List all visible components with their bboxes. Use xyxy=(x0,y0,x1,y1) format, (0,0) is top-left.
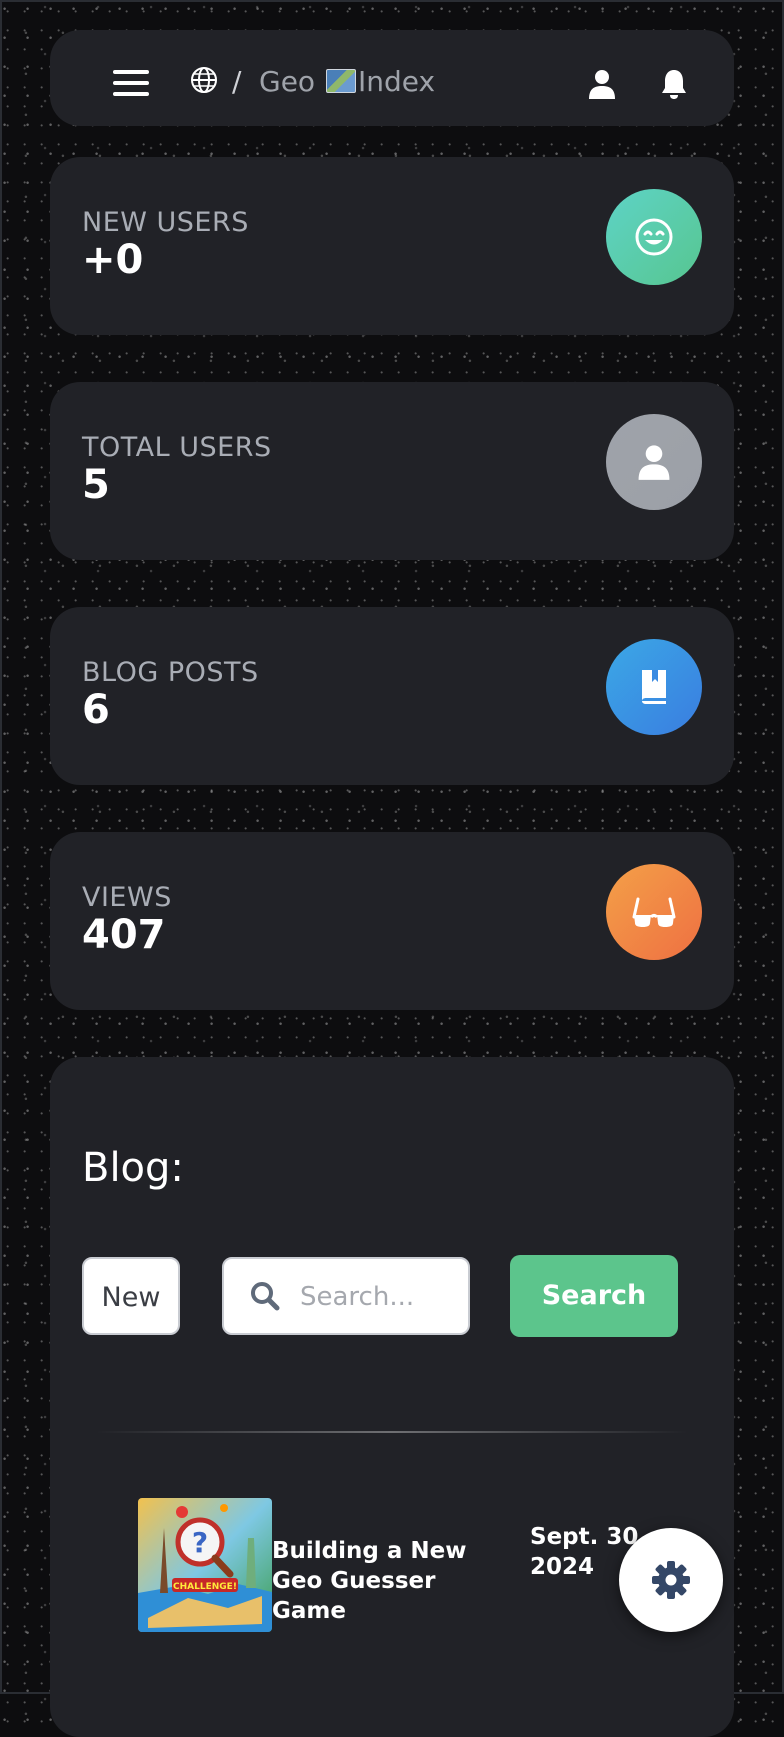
glasses-icon xyxy=(606,864,702,960)
thumbnail-caption: CHALLENGE! xyxy=(173,1582,237,1592)
user-icon xyxy=(606,414,702,510)
post-thumbnail[interactable]: ? CHALLENGE! xyxy=(138,1498,272,1632)
bell-icon[interactable] xyxy=(660,68,688,100)
stat-card-total-users: TOTAL USERS 5 xyxy=(50,382,734,560)
search-icon xyxy=(251,1282,280,1311)
breadcrumb-separator: / xyxy=(232,65,242,98)
svg-text:?: ? xyxy=(192,1526,208,1559)
map-emoji-icon xyxy=(325,69,356,93)
stat-label: NEW USERS xyxy=(82,207,249,238)
hamburger-menu-icon[interactable] xyxy=(113,70,149,96)
blog-title: Blog: xyxy=(82,1145,184,1191)
breadcrumb-page-title: Geo Index xyxy=(259,64,435,100)
stat-card-views: VIEWS 407 xyxy=(50,832,734,1010)
blog-divider xyxy=(96,1431,688,1433)
breadcrumb-title-part1: Geo xyxy=(259,65,316,98)
search-box[interactable] xyxy=(222,1257,470,1335)
stat-label: BLOG POSTS xyxy=(82,657,259,688)
search-button[interactable]: Search xyxy=(510,1255,678,1337)
stat-value: 407 xyxy=(82,912,166,958)
globe-icon[interactable] xyxy=(190,66,218,94)
stat-value: 6 xyxy=(82,687,110,733)
user-icon[interactable] xyxy=(588,68,616,100)
blog-panel: Blog: New Search... Search ? CHALLENGE! … xyxy=(50,1057,734,1737)
stat-card-blog-posts: BLOG POSTS 6 xyxy=(50,607,734,785)
stat-value: +0 xyxy=(82,237,144,283)
smile-icon xyxy=(606,189,702,285)
stat-label: TOTAL USERS xyxy=(82,432,272,463)
stat-value: 5 xyxy=(82,462,110,508)
blog-filter-select[interactable]: New xyxy=(82,1257,180,1335)
breadcrumb-title-part2: Index xyxy=(357,65,436,98)
stat-label: VIEWS xyxy=(82,882,172,913)
stat-card-new-users: NEW USERS +0 xyxy=(50,157,734,335)
gear-icon xyxy=(652,1561,690,1599)
search-input[interactable] xyxy=(298,1259,462,1335)
settings-fab-button[interactable] xyxy=(619,1528,723,1632)
blog-post-row[interactable]: ? CHALLENGE! Building a New Geo Guesser … xyxy=(138,1498,698,1632)
book-icon xyxy=(606,639,702,735)
post-title-link[interactable]: Building a New Geo Guesser Game xyxy=(272,1536,512,1626)
